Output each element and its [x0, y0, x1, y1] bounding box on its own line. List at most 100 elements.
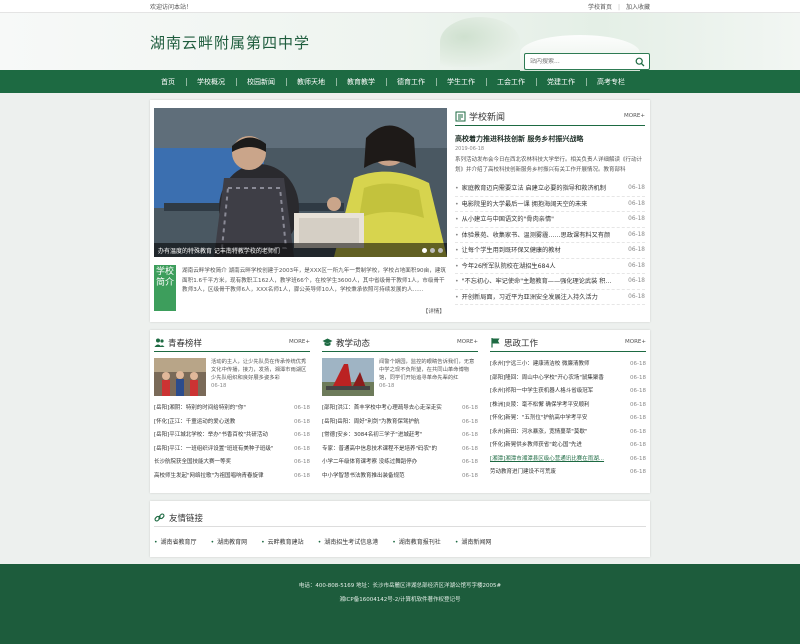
slider-dot[interactable] [422, 248, 427, 253]
list-item[interactable]: 家庭教育迈向需要立法 启建立必要的指导和救济机制 06-18 [455, 181, 645, 197]
list-item[interactable]: 体验景苑、收集家书、温测雾霾……思政课有料又有颜 06-18 [455, 228, 645, 243]
list-item[interactable]: 劳动教育进门建设不可荒废 06-18 [490, 466, 646, 480]
list-item-title[interactable]: [邵阳]隆回：周山中心学校"开心农场"鼠集聚香 [490, 372, 618, 386]
list-item-title[interactable]: [永州]祁阳一中学生获机器人格斗省级冠军 [490, 385, 618, 399]
list-item-title[interactable]: 中小学智慧书法教育推出装备规范 [322, 470, 456, 484]
list-item-title[interactable]: 家庭教育迈向需要立法 启建立必要的指导和救济机制 [455, 181, 623, 196]
teaching-feature[interactable]: 闻警个期园，监控的眼睛告诉我们，无意中学之现不负所望，在共同山革命博物馆，同学们… [322, 358, 478, 398]
list-item-title[interactable]: [湘潭]湘潭市湘潭县区级心营通讯比赛在雨湖... [490, 453, 618, 467]
list-item-title[interactable]: 高校师生发起"网络拉歌"为祖国唱响青春旋律 [154, 470, 288, 484]
list-item[interactable]: [永州]祁阳一中学生获机器人格斗省级冠军 06-18 [490, 385, 646, 399]
list-item-title[interactable]: 体验景苑、收集家书、温测雾霾……思政课有料又有颜 [455, 228, 623, 243]
nav-item[interactable]: 德育工作 [386, 77, 436, 87]
list-item[interactable]: 中小学智慧书法教育推出装备规范 06-18 [322, 470, 478, 484]
teaching-column: 教学动态 MORE+ 闻警个期园，监控的眼睛告诉我们，无意中学之现不负所望，在共… [322, 334, 478, 483]
school-intro: 学校 简介 湖南云畔学校简介 湖南云畔学校创建于2003年，是XXX区一所九年一贯… [154, 265, 447, 315]
friend-link[interactable]: 湖南新闻网 [455, 537, 491, 546]
slider-dot[interactable] [438, 248, 443, 253]
teaching-more-link[interactable]: MORE+ [457, 339, 478, 345]
nav-item[interactable]: 学生工作 [436, 77, 486, 87]
list-item[interactable]: [永州]新田：河水暴涨，宽情蔓草"莫歇" 06-18 [490, 426, 646, 440]
list-item-title[interactable]: [永州]宁远三小：建康清洁校 微廉清教师 [490, 358, 618, 372]
list-item-title[interactable]: [永州]新田：河水暴涨，宽情蔓草"莫歇" [490, 426, 618, 440]
list-item-title[interactable]: [怀化]新晃供乡教师获省"蛇心国"先进 [490, 439, 618, 453]
list-item[interactable]: [永州]宁远三小：建康清洁校 微廉清教师 06-18 [490, 358, 646, 372]
list-item-title[interactable]: [株洲]炎陵：毫不松懈 确保学考平安顺利 [490, 399, 618, 413]
list-item-title[interactable]: [怀化]芷江：千童运动的爱心送教 [154, 416, 288, 430]
list-item-date: 06-18 [462, 459, 478, 465]
list-item-date: 06-18 [630, 455, 646, 462]
search-icon[interactable] [635, 57, 645, 67]
list-item[interactable]: [岳阳]平江城北学校：举办"书香百校"共研活动 06-18 [154, 429, 310, 443]
list-item[interactable]: [邵阳]隆回：周山中心学校"开心农场"鼠集聚香 06-18 [490, 372, 646, 386]
intro-more-link[interactable]: 【详情】 [423, 307, 445, 315]
favorite-link[interactable]: 加入收藏 [626, 4, 650, 11]
list-item[interactable]: [怀化]芷江：千童运动的爱心送教 06-18 [154, 416, 310, 430]
nav-item[interactable]: 高考专栏 [586, 77, 636, 87]
friend-link[interactable]: 湖南教育网 [211, 537, 247, 546]
friend-link[interactable]: 湖南教育报刊社 [392, 537, 441, 546]
list-item[interactable]: 高校师生发起"网络拉歌"为祖国唱响青春旋律 06-18 [154, 470, 310, 484]
friend-link[interactable]: 云畔教育建站 [261, 537, 304, 546]
nav-item[interactable]: 首页 [150, 77, 186, 87]
list-item-title[interactable]: 电影院里的大学最后一课 拥抱海阔天空的未来 [455, 197, 623, 212]
youth-more-link[interactable]: MORE+ [289, 339, 310, 345]
friend-link[interactable]: 湖南省教育厅 [154, 537, 197, 546]
search-input[interactable] [530, 58, 630, 65]
home-link[interactable]: 学校首页 [588, 4, 612, 11]
nav-item[interactable]: 教育教学 [336, 77, 386, 87]
list-item[interactable]: [岳阳]岳阳：周好"利剑"为教育保驾护航 06-18 [322, 416, 478, 430]
nav-item[interactable]: 学校概况 [186, 77, 236, 87]
list-item-title[interactable]: 小学二年级体育课考察 没练过舞蹈停办 [322, 456, 456, 470]
list-item-date: 06-18 [630, 428, 646, 435]
news-headline[interactable]: 高校着力推进科技创新 服务乡村振兴战略 [455, 134, 645, 144]
list-item[interactable]: 让每个学生用到既环保又健康的教材 06-18 [455, 243, 645, 259]
list-item[interactable]: [常德]安乡：3084名初三学子"进城赶考" 06-18 [322, 429, 478, 443]
nav-item[interactable]: 校园新闻 [236, 77, 286, 87]
list-item-title[interactable]: 开创新局面，习近平为亚洲安全发展注入持久活力 [455, 290, 623, 305]
list-item-date: 06-18 [294, 472, 310, 479]
list-item[interactable]: [岳阳]平江：一班组织评设置"班班有美种子班级" 06-18 [154, 443, 310, 457]
nav-item[interactable]: 工会工作 [486, 77, 536, 87]
footer-icp[interactable]: 湘ICP备16004142号-2/计算机软件著作权登记号 [0, 595, 800, 603]
list-item-title[interactable]: [岳阳]岳阳：周好"利剑"为教育保驾护航 [322, 416, 456, 430]
list-item[interactable]: 今年26所军队院校在湖招生684人 06-18 [455, 259, 645, 274]
list-item[interactable]: [湘潭]湘潭市湘潭县区级心营通讯比赛在雨湖... 06-18 [490, 453, 646, 467]
nav-item[interactable]: 教师天地 [286, 77, 336, 87]
list-item[interactable]: 电影院里的大学最后一课 拥抱海阔天空的未来 06-18 [455, 197, 645, 212]
list-item[interactable]: [怀化]新晃："五剂位"护航高中学考平安 06-18 [490, 412, 646, 426]
list-item-title[interactable]: [岳阳]平江：一班组织评设置"班班有美种子班级" [154, 443, 288, 457]
list-item-title[interactable]: [邵阳]洪江：首丰学校中考心理疏导去心走深走实 [322, 402, 456, 416]
list-item-title[interactable]: [岳阳]湘阴：特别的时间给特别的"你" [154, 402, 288, 416]
list-item-title[interactable]: 让每个学生用到既环保又健康的教材 [455, 243, 623, 258]
list-item-title[interactable]: "不忘初心、牢记使命"主题教育——强化理论武装 积... [455, 274, 623, 289]
list-item-title[interactable]: [怀化]新晃："五剂位"护航高中学考平安 [490, 412, 618, 426]
school-news: 学校新闻 MORE+ 高校着力推进科技创新 服务乡村振兴战略 2019-06-1… [455, 108, 645, 305]
slider-dots [422, 248, 443, 253]
youth-feature[interactable]: 活动的主人，让少先队员在传承传统优秀文化中传播，接力，发扬，湘潭市雨湖区少先队组… [154, 358, 310, 398]
nav-item[interactable]: 党建工作 [536, 77, 586, 87]
list-item[interactable]: 专家：普通高中信息技术课程不是培养"码农"的 06-18 [322, 443, 478, 457]
list-item[interactable]: 小学二年级体育课考察 没练过舞蹈停办 06-18 [322, 456, 478, 470]
ideology-more-link[interactable]: MORE+ [625, 339, 646, 345]
list-item-title[interactable]: [岳阳]平江城北学校：举办"书香百校"共研活动 [154, 429, 288, 443]
slider-dot[interactable] [430, 248, 435, 253]
news-more-link[interactable]: MORE+ [624, 113, 645, 119]
list-item[interactable]: [岳阳]湘阴：特别的时间给特别的"你" 06-18 [154, 402, 310, 416]
friend-link[interactable]: 湖南招生考试信息港 [318, 537, 378, 546]
list-item[interactable]: 开创新局面，习近平为亚洲安全发展注入持久活力 06-18 [455, 290, 645, 305]
list-item-title[interactable]: 长沙航院获全国技能大赛一等奖 [154, 456, 288, 470]
list-item[interactable]: [株洲]炎陵：毫不松懈 确保学考平安顺利 06-18 [490, 399, 646, 413]
list-item-title[interactable]: 今年26所军队院校在湖招生684人 [455, 259, 623, 274]
list-item-title[interactable]: [常德]安乡：3084名初三学子"进城赶考" [322, 429, 456, 443]
list-item[interactable]: [邵阳]洪江：首丰学校中考心理疏导去心走深走实 06-18 [322, 402, 478, 416]
image-slider[interactable]: 办有温度的特殊教育 记丰南特教学校的老师们 [154, 108, 447, 257]
list-item[interactable]: "不忘初心、牢记使命"主题教育——强化理论武装 积... 06-18 [455, 274, 645, 290]
list-item-title[interactable]: 从小建立与中国语文的"骨肉亲情" [455, 212, 623, 227]
list-item[interactable]: 从小建立与中国语文的"骨肉亲情" 06-18 [455, 212, 645, 228]
list-item-title[interactable]: 专家：普通高中信息技术课程不是培养"码农"的 [322, 443, 456, 457]
list-item[interactable]: 长沙航院获全国技能大赛一等奖 06-18 [154, 456, 310, 470]
list-item-title[interactable]: 劳动教育进门建设不可荒废 [490, 466, 618, 480]
list-item[interactable]: [怀化]新晃供乡教师获省"蛇心国"先进 06-18 [490, 439, 646, 453]
link-icon [154, 513, 165, 522]
